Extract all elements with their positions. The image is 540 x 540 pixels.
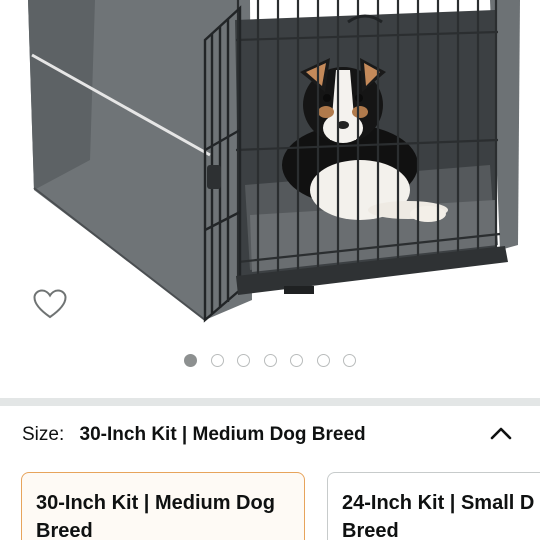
wishlist-heart-button[interactable] [30,285,70,323]
carousel-dot[interactable] [264,354,277,367]
collapse-size-button[interactable] [484,416,518,450]
heart-outline-icon [33,289,67,319]
selected-size-value: 30-Inch Kit | Medium Dog Breed [79,424,366,445]
section-divider [0,398,540,406]
size-label: Size: [22,424,65,445]
product-image[interactable] [0,0,540,340]
carousel-dot[interactable] [184,354,197,367]
carousel-dot[interactable] [317,354,330,367]
carousel-dot[interactable] [290,354,303,367]
carousel-dot[interactable] [211,354,224,367]
image-carousel-dots [0,352,540,370]
size-option-label: 24-Inch Kit | Small D Breed [342,492,535,540]
size-option-24-inch[interactable]: 24-Inch Kit | Small D Breed [327,472,540,540]
carousel-dot[interactable] [237,354,250,367]
product-image-gallery [0,0,540,398]
size-selection-row: Size: 30-Inch Kit | Medium Dog Breed [22,424,366,446]
size-option-30-inch[interactable]: 30-Inch Kit | Medium Dog Breed [21,472,305,540]
chevron-up-icon [490,427,512,440]
size-option-label: 30-Inch Kit | Medium Dog Breed [36,492,275,540]
size-variation-section: Size: 30-Inch Kit | Medium Dog Breed 30-… [0,406,540,540]
carousel-dot[interactable] [343,354,356,367]
